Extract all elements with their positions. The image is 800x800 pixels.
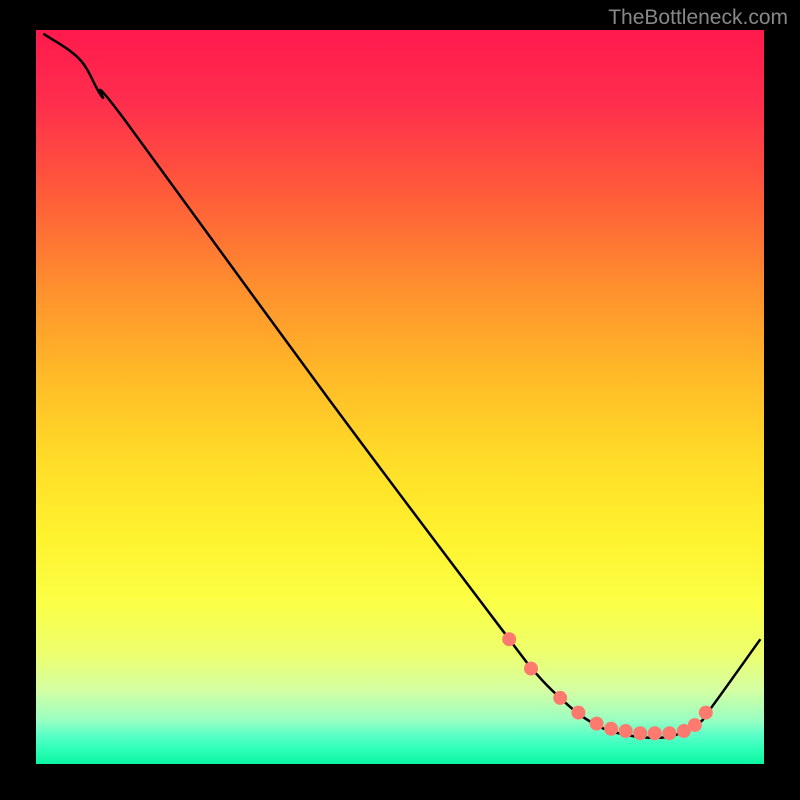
data-point-marker — [553, 691, 567, 705]
curve-line — [43, 34, 760, 738]
markers-group — [502, 632, 713, 740]
data-point-marker — [590, 717, 604, 731]
data-point-marker — [662, 726, 676, 740]
data-point-marker — [619, 724, 633, 738]
data-point-marker — [699, 706, 713, 720]
plot-area — [36, 30, 764, 764]
data-point-marker — [571, 706, 585, 720]
data-point-marker — [648, 726, 662, 740]
data-point-marker — [633, 726, 647, 740]
watermark-text: TheBottleneck.com — [608, 6, 788, 30]
data-point-marker — [604, 722, 618, 736]
chart-svg — [36, 30, 764, 764]
data-point-marker — [502, 632, 516, 646]
data-point-marker — [524, 662, 538, 676]
data-point-marker — [688, 718, 702, 732]
